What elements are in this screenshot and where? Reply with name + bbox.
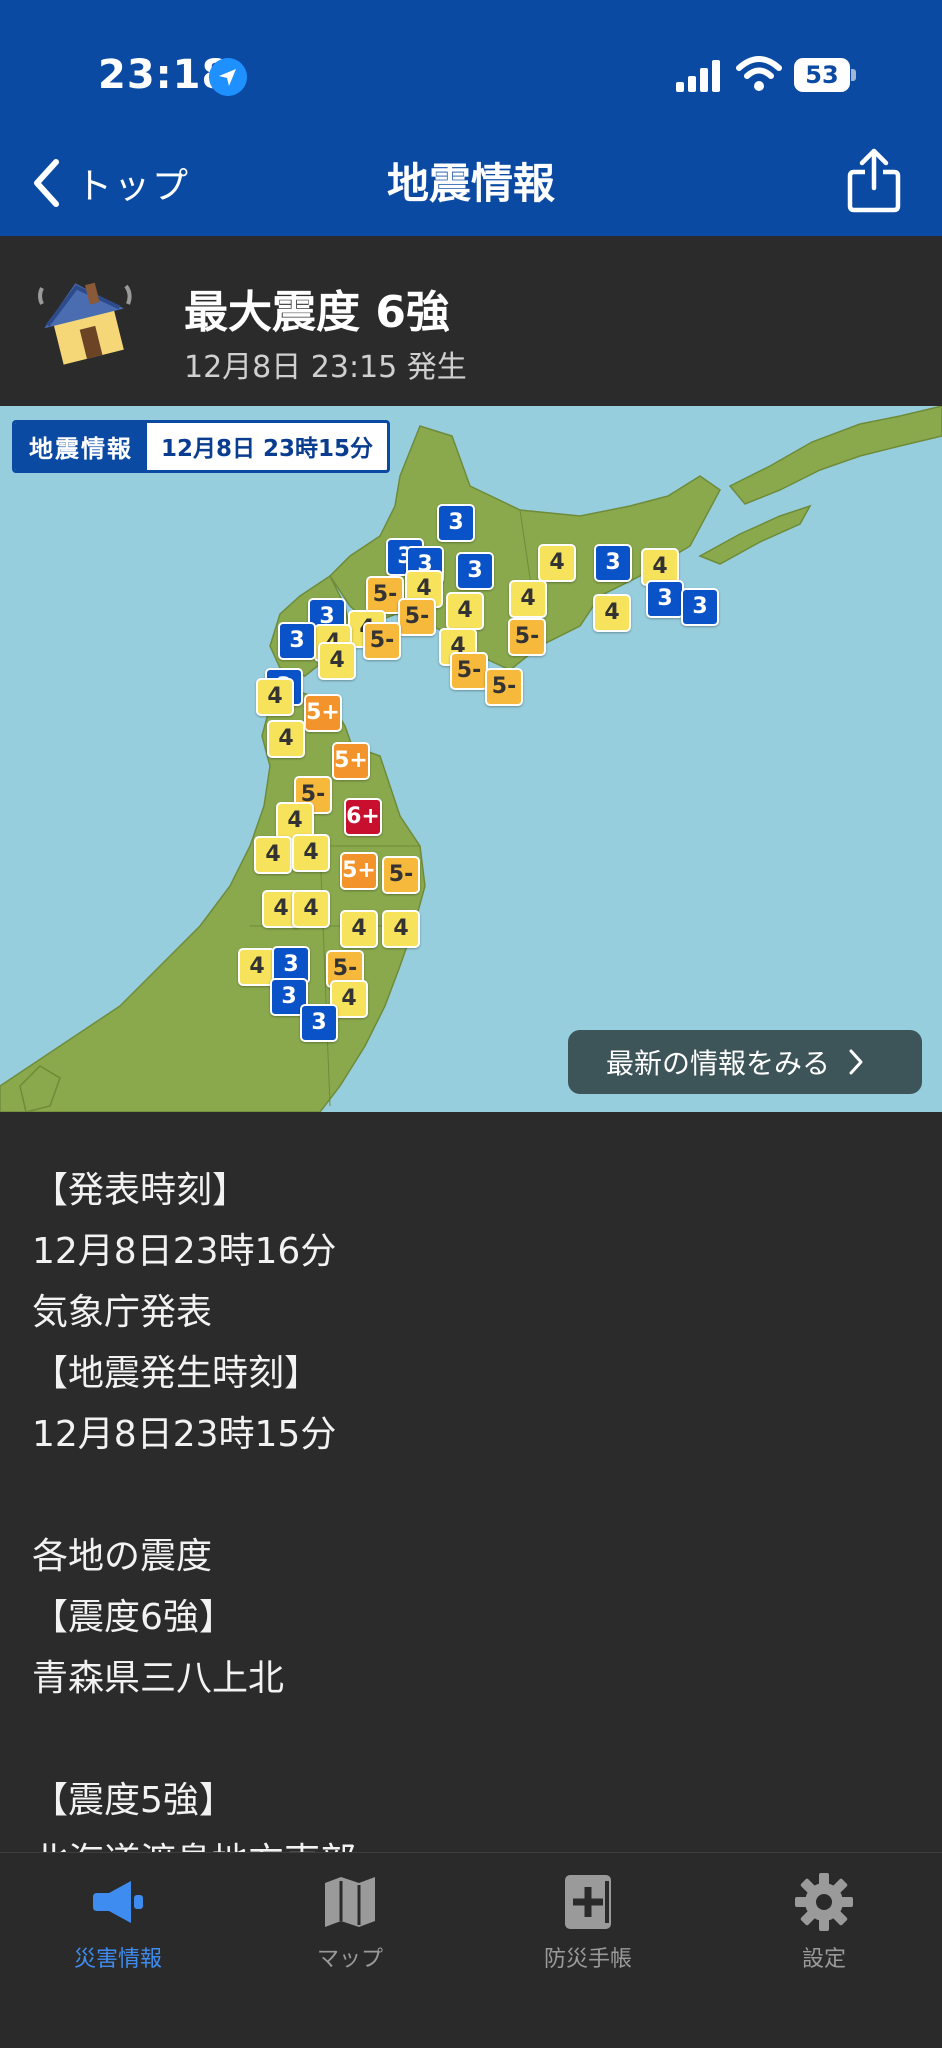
tab-map[interactable]: マップ <box>250 1871 450 1973</box>
report-line: 青森県三八上北 <box>32 1658 285 1699</box>
report-line: 気象庁発表 <box>32 1292 213 1333</box>
shaking-house-icon <box>38 282 132 365</box>
intensity-marker: 5- <box>450 652 488 690</box>
quake-summary: 最大震度 6強 12月8日 23:15 発生 <box>0 236 942 406</box>
report-line: 各地の震度 <box>32 1536 213 1577</box>
cellular-signal-icon <box>676 60 720 92</box>
report-line: 【地震発生時刻】 <box>32 1353 321 1394</box>
intensity-marker: 5+ <box>332 742 370 780</box>
location-arrow-icon <box>209 58 247 96</box>
map-tag-label: 地震情報 <box>15 423 147 470</box>
intensity-marker: 3 <box>437 504 475 542</box>
latest-info-label: 最新の情報をみる <box>606 1047 831 1080</box>
intensity-marker: 5- <box>485 668 523 706</box>
tab-disaster-info[interactable]: 災害情報 <box>18 1871 218 1973</box>
intensity-marker: 4 <box>593 594 631 632</box>
app-header: 23:18 53 トップ 地震情報 <box>0 0 942 236</box>
report-line: 【発表時刻】 <box>32 1170 249 1211</box>
intensity-marker: 3 <box>278 622 316 660</box>
report-line: 12月8日23時15分 <box>32 1414 337 1455</box>
tab-bar: 災害情報 マップ 防災手帳 設定 <box>0 1852 942 2048</box>
intensity-marker: 4 <box>538 544 576 582</box>
intensity-marker: 5- <box>398 598 436 636</box>
intensity-marker: 4 <box>267 720 305 758</box>
intensity-marker: 4 <box>509 580 547 618</box>
intensity-marker: 3 <box>681 588 719 626</box>
page-title: 地震情報 <box>386 159 555 208</box>
tab-label: 災害情報 <box>73 1947 162 1972</box>
occurred-time: 12月8日 23:15 発生 <box>184 350 467 385</box>
tab-handbook[interactable]: 防災手帳 <box>488 1871 688 1973</box>
intensity-marker: 3 <box>594 544 632 582</box>
handbook-icon <box>565 1875 611 1929</box>
intensity-marker: 5- <box>382 856 420 894</box>
intensity-marker: 5+ <box>340 852 378 890</box>
intensity-marker: 4 <box>292 834 330 872</box>
intensity-marker: 6+ <box>344 798 382 836</box>
megaphone-icon <box>93 1881 143 1923</box>
battery-indicator: 53 <box>794 58 856 92</box>
intensity-marker: 3 <box>646 580 684 618</box>
map-icon <box>325 1877 375 1927</box>
tab-label: 設定 <box>801 1947 846 1972</box>
intensity-marker: 5+ <box>304 694 342 732</box>
intensity-map[interactable]: 地震情報 12月8日 23時15分 3 3 3 3 4 3 4 3 3 5- 4… <box>0 406 942 1112</box>
tab-label: 防災手帳 <box>543 1947 632 1972</box>
tab-settings[interactable]: 設定 <box>724 1871 924 1973</box>
intensity-marker: 4 <box>256 678 294 716</box>
max-intensity: 最大震度 6強 <box>184 287 450 338</box>
intensity-marker: 3 <box>456 552 494 590</box>
battery-level: 53 <box>794 58 850 92</box>
report-line <box>32 1709 912 1770</box>
latest-info-button[interactable]: 最新の情報をみる <box>568 1030 922 1094</box>
intensity-marker: 4 <box>292 890 330 928</box>
map-info-tag: 地震情報 12月8日 23時15分 <box>12 420 391 473</box>
gear-icon <box>795 1873 853 1931</box>
intensity-marker: 5- <box>363 622 401 660</box>
share-icon[interactable] <box>846 148 902 214</box>
intensity-marker: 3 <box>300 1004 338 1042</box>
report-line <box>32 1465 912 1526</box>
report-line: 【震度6強】 <box>32 1597 235 1638</box>
intensity-marker: 4 <box>382 910 420 948</box>
map-tag-time: 12月8日 23時15分 <box>161 436 374 462</box>
wifi-icon <box>736 56 782 91</box>
chevron-right-icon <box>849 1049 863 1075</box>
report-line: 12月8日23時16分 <box>32 1231 337 1272</box>
intensity-marker: 4 <box>254 836 292 874</box>
report-line: 【震度5強】 <box>32 1780 235 1821</box>
intensity-marker: 5- <box>508 618 546 656</box>
quake-report-text: 【発表時刻】 12月8日23時16分 気象庁発表 【地震発生時刻】 12月8日2… <box>32 1160 912 1892</box>
intensity-marker: 4 <box>340 910 378 948</box>
intensity-marker: 4 <box>318 642 356 680</box>
intensity-marker: 4 <box>446 592 484 630</box>
tab-label: マップ <box>316 1947 383 1972</box>
